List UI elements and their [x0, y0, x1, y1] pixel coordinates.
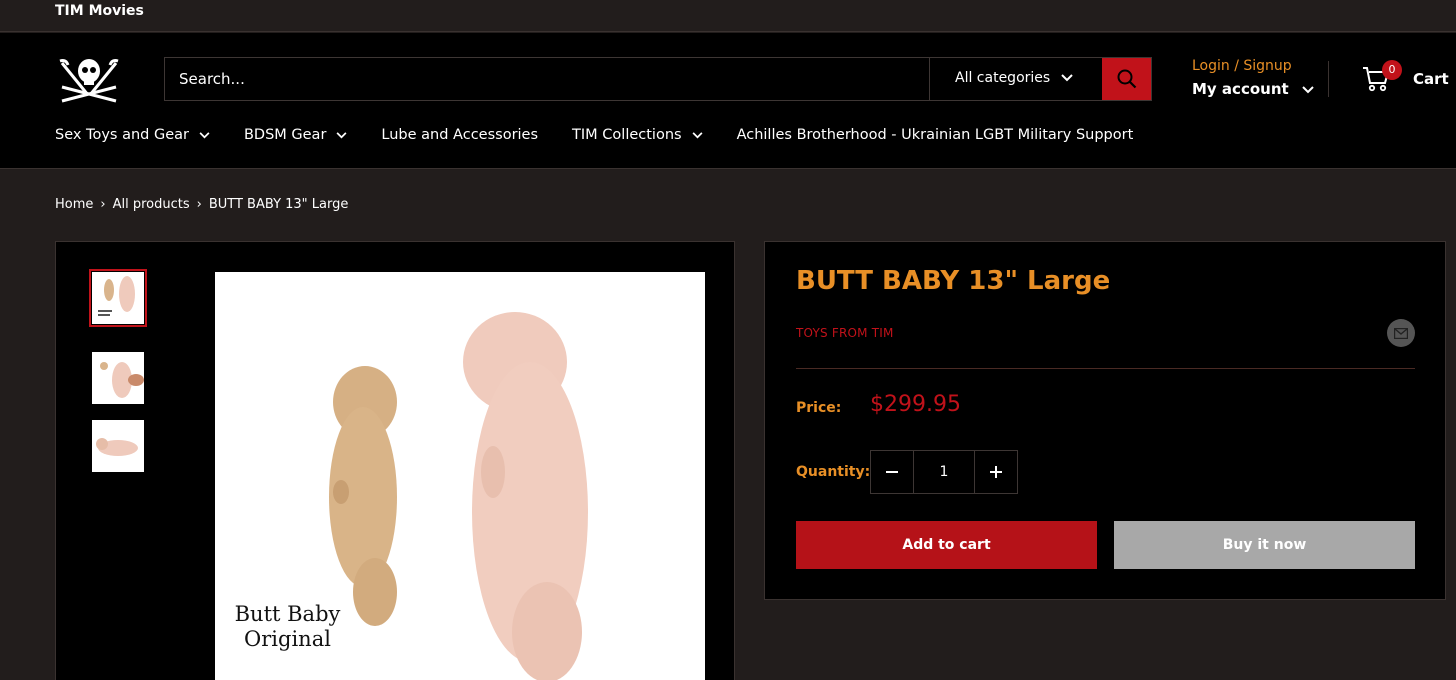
product-thumbnail-image	[92, 352, 144, 404]
email-icon	[1394, 327, 1408, 339]
site-header: All categories Login / Signup My account…	[0, 33, 1456, 169]
product-title: BUTT BABY 13" Large	[796, 266, 1111, 296]
my-account-label: My account	[1192, 80, 1289, 98]
jolly-roger-icon[interactable]	[58, 55, 120, 105]
thumbnail-2[interactable]	[92, 352, 144, 404]
product-vendor-link[interactable]: TOYS FROM TIM	[796, 326, 894, 340]
nav-item-label: Sex Toys and Gear	[55, 127, 189, 143]
share-email-button[interactable]	[1387, 319, 1415, 347]
thumbnail-3[interactable]	[92, 420, 144, 472]
product-gallery: Butt Baby Original	[55, 241, 735, 680]
chevron-down-icon	[1061, 74, 1073, 82]
chevron-down-icon	[1302, 86, 1314, 94]
chevron-down-icon	[199, 131, 210, 138]
price-value: $299.95	[870, 392, 961, 417]
main-product-image[interactable]: Butt Baby Original	[215, 272, 705, 680]
quantity-decrease-button[interactable]	[871, 451, 913, 493]
search-bar: All categories	[164, 57, 1152, 101]
nav-item-sex-toys[interactable]: Sex Toys and Gear	[55, 127, 210, 143]
nav-item-achilles[interactable]: Achilles Brotherhood - Ukrainian LGBT Mi…	[737, 127, 1134, 143]
nav-item-lube[interactable]: Lube and Accessories	[381, 127, 538, 143]
product-info-card: BUTT BABY 13" Large TOYS FROM TIM Price:…	[764, 241, 1446, 600]
image-caption-line-1: Butt Baby	[234, 602, 341, 626]
breadcrumb-separator: ›	[100, 197, 106, 212]
breadcrumb-separator: ›	[196, 197, 202, 212]
price-label: Price:	[796, 400, 842, 416]
breadcrumb-current: BUTT BABY 13" Large	[208, 197, 349, 212]
cart-count-badge: 0	[1382, 60, 1402, 80]
quantity-input[interactable]	[913, 451, 975, 493]
divider	[796, 368, 1415, 369]
announcement-text[interactable]: TIM Movies	[55, 3, 144, 19]
nav-item-label: BDSM Gear	[243, 127, 327, 143]
quantity-stepper	[870, 450, 1018, 494]
product-thumbnail-image	[92, 420, 144, 472]
search-icon	[1117, 69, 1136, 89]
main-nav: Sex Toys and Gear BDSM Gear Lube and Acc…	[55, 127, 1167, 143]
login-signup-link[interactable]: Login / Signup	[1192, 58, 1292, 74]
quantity-label: Quantity:	[796, 464, 871, 480]
nav-item-tim-collections[interactable]: TIM Collections	[572, 127, 703, 143]
breadcrumb-home[interactable]: Home	[55, 197, 93, 212]
my-account-menu[interactable]: My account	[1192, 80, 1314, 98]
breadcrumb: Home › All products › BUTT BABY 13" Larg…	[55, 197, 348, 212]
add-to-cart-button[interactable]: Add to cart	[796, 521, 1097, 569]
quantity-increase-button[interactable]	[975, 451, 1017, 493]
image-caption-line-2: Original	[244, 627, 331, 651]
buy-it-now-button[interactable]: Buy it now	[1114, 521, 1415, 569]
header-divider	[1328, 61, 1329, 97]
search-input[interactable]	[165, 58, 929, 100]
nav-item-label: Lube and Accessories	[381, 127, 539, 143]
nav-item-label: Achilles Brotherhood - Ukrainian LGBT Mi…	[736, 127, 1134, 143]
cart-link[interactable]: Cart	[1413, 70, 1449, 88]
chevron-down-icon	[692, 131, 703, 138]
thumbnail-1[interactable]	[89, 269, 147, 327]
nav-item-label: TIM Collections	[572, 127, 682, 143]
product-thumbnail-image	[92, 272, 144, 324]
plus-icon	[990, 466, 1002, 478]
category-select[interactable]: All categories	[929, 58, 1102, 100]
chevron-down-icon	[336, 131, 347, 138]
minus-icon	[886, 471, 898, 473]
search-button[interactable]	[1102, 58, 1151, 100]
breadcrumb-all-products[interactable]: All products	[113, 197, 190, 212]
announcement-bar: TIM Movies	[0, 0, 1456, 32]
nav-item-bdsm-gear[interactable]: BDSM Gear	[244, 127, 347, 143]
category-select-label: All categories	[955, 70, 1051, 86]
